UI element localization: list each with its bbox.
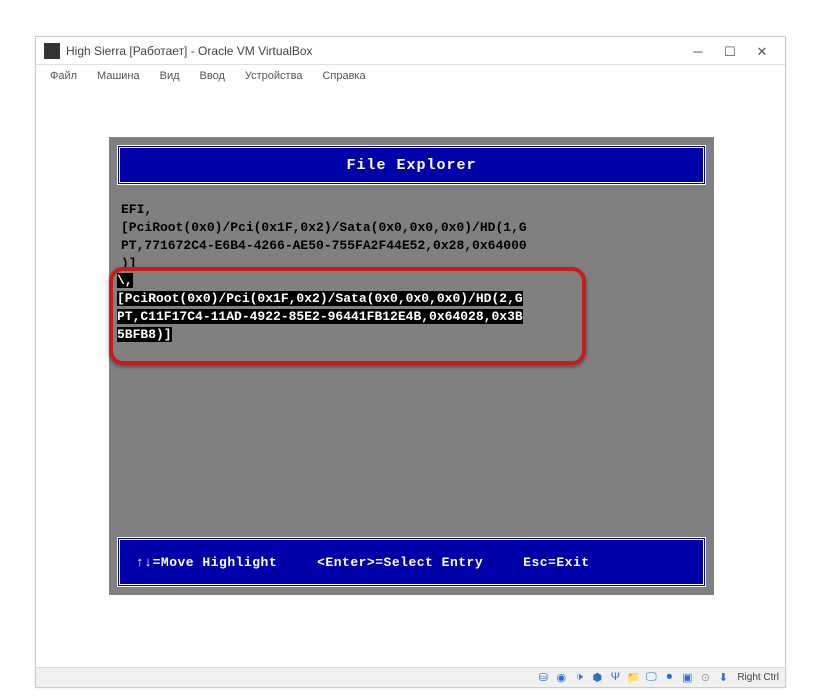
window-title: High Sierra [Работает] - Oracle VM Virtu… — [66, 44, 691, 58]
optical-disk-icon[interactable]: ◉ — [553, 671, 569, 685]
hard-disk-icon[interactable]: ⛁ — [535, 671, 551, 685]
entry1-line3: PT,771672C4-E6B4-4266-AE50-755FA2F44E52,… — [121, 237, 702, 255]
mouse-icon[interactable]: ⊙ — [697, 671, 713, 685]
maximize-button[interactable]: ☐ — [723, 44, 737, 58]
usb-icon[interactable]: Ψ — [607, 671, 623, 685]
recording-icon[interactable]: ⏺ — [661, 671, 677, 685]
virtualbox-window: High Sierra [Работает] - Oracle VM Virtu… — [35, 36, 786, 688]
display-icon[interactable]: 🖵 — [643, 671, 659, 685]
entry1-line1: EFI, — [121, 201, 702, 219]
disk-entry-1[interactable]: EFI, [PciRoot(0x0)/Pci(0x1F,0x2)/Sata(0x… — [121, 201, 702, 273]
menu-devices[interactable]: Устройства — [237, 68, 311, 84]
vm-display-area[interactable]: File Explorer EFI, [PciRoot(0x0)/Pci(0x1… — [36, 87, 785, 667]
window-controls: ─ ☐ ✕ — [691, 44, 769, 58]
menu-help[interactable]: Справка — [314, 68, 373, 84]
menubar: Файл Машина Вид Ввод Устройства Справка — [36, 65, 785, 87]
footer-move-hint: ↑↓=Move Highlight — [136, 555, 277, 570]
statusbar: ⛁ ◉ 🕩 ⬢ Ψ 📁 🖵 ⏺ ▣ ⊙ ⬇ Right Ctrl — [36, 667, 785, 687]
network-icon[interactable]: ⬢ — [589, 671, 605, 685]
footer-select-hint: <Enter>=Select Entry — [317, 555, 483, 570]
cpu-icon[interactable]: ▣ — [679, 671, 695, 685]
shared-folder-icon[interactable]: 📁 — [625, 671, 641, 685]
titlebar[interactable]: High Sierra [Работает] - Oracle VM Virtu… — [36, 37, 785, 65]
bios-footer: ↑↓=Move Highlight <Enter>=Select Entry E… — [117, 537, 706, 587]
bios-screen: File Explorer EFI, [PciRoot(0x0)/Pci(0x1… — [109, 137, 714, 595]
close-button[interactable]: ✕ — [755, 44, 769, 58]
entry1-line2: [PciRoot(0x0)/Pci(0x1F,0x2)/Sata(0x0,0x0… — [121, 219, 702, 237]
host-key-indicator[interactable]: Right Ctrl — [737, 672, 779, 683]
audio-icon[interactable]: 🕩 — [571, 671, 587, 685]
app-icon — [44, 43, 60, 59]
menu-view[interactable]: Вид — [152, 68, 188, 84]
menu-file[interactable]: Файл — [42, 68, 85, 84]
keyboard-icon[interactable]: ⬇ — [715, 671, 731, 685]
footer-exit-hint: Esc=Exit — [523, 555, 589, 570]
bios-header: File Explorer — [117, 145, 706, 185]
minimize-button[interactable]: ─ — [691, 44, 705, 58]
menu-input[interactable]: Ввод — [192, 68, 233, 84]
selection-highlight-annotation — [109, 267, 586, 365]
menu-machine[interactable]: Машина — [89, 68, 148, 84]
